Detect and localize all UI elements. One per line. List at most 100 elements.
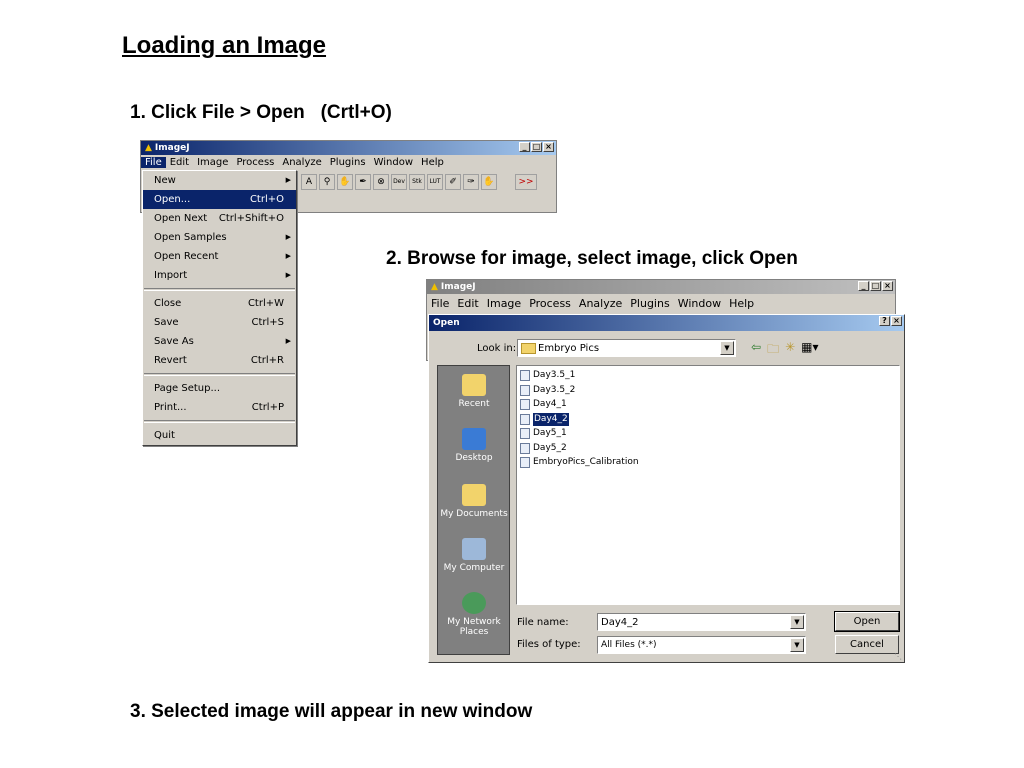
tool-9-icon[interactable]: ✑ [463, 174, 479, 190]
file-list-item[interactable]: Day4_2 [520, 411, 570, 427]
menu-item-print[interactable]: Print... Ctrl+P [143, 398, 296, 417]
w2-menu-plugins[interactable]: Plugins [626, 297, 673, 310]
menu-item-import[interactable]: Import ▶ [143, 266, 296, 285]
menu-item-new[interactable]: New ▶ [143, 171, 296, 190]
tool-5-icon[interactable]: Dev [391, 174, 407, 190]
menu-item-page-setup[interactable]: Page Setup... [143, 379, 296, 398]
menu-item-save[interactable]: Save Ctrl+S [143, 313, 296, 332]
submenu-arrow-icon: ▶ [285, 337, 291, 345]
dialog-close-button[interactable]: × [891, 316, 902, 326]
minimize-button[interactable]: _ [519, 142, 530, 152]
menu-item-label: Print... [154, 402, 187, 413]
file-type-dropdown-arrow[interactable]: ▼ [790, 638, 804, 652]
file-list-item[interactable]: Day5_2 [520, 442, 567, 455]
w2-menu-analyze[interactable]: Analyze [575, 297, 626, 310]
w1-menu-edit[interactable]: Edit [166, 157, 193, 168]
place-desktop[interactable]: Desktop [438, 428, 510, 463]
tool-7-icon[interactable]: LUT [427, 174, 443, 190]
menu-item-label: Page Setup... [154, 383, 221, 394]
w2-menu-window[interactable]: Window [674, 297, 725, 310]
close-button[interactable]: × [543, 142, 554, 152]
file-list-item[interactable]: Day3.5_2 [520, 384, 575, 397]
recent-folder-icon [462, 374, 486, 396]
file-name-text: Day5_1 [533, 428, 567, 438]
w1-menu-plugins[interactable]: Plugins [326, 157, 370, 168]
resize-grip-icon[interactable]: ⋱ [894, 652, 902, 661]
menu-item-open-recent[interactable]: Open Recent ▶ [143, 247, 296, 266]
w2-menu-process[interactable]: Process [525, 297, 575, 310]
w1-menu-image[interactable]: Image [193, 157, 232, 168]
w1-menu-window[interactable]: Window [370, 157, 417, 168]
w1-menu-analyze[interactable]: Analyze [278, 157, 325, 168]
up-folder-icon[interactable]: 🗀 [767, 340, 779, 361]
menu-item-open-next[interactable]: Open Next Ctrl+Shift+O [143, 209, 296, 228]
menu-item-open[interactable]: Open... Ctrl+O [143, 190, 296, 209]
tool-1-icon[interactable]: ⚲ [319, 174, 335, 190]
w2-menu-help[interactable]: Help [725, 297, 758, 310]
tool-6-icon[interactable]: Stk [409, 174, 425, 190]
help-button[interactable]: ? [879, 316, 890, 326]
file-list[interactable]: Day3.5_1 Day3.5_2 Day4_1 Day4_2 Day5_1 Day5_2… [516, 365, 900, 605]
file-type-select[interactable]: All Files (*.*) ▼ [597, 636, 806, 654]
w1-menu-process[interactable]: Process [232, 157, 278, 168]
imagej-window-title: ImageJ [154, 143, 190, 153]
file-list-item[interactable]: Day3.5_1 [520, 369, 575, 382]
tool-8-icon[interactable]: ✐ [445, 174, 461, 190]
file-name-text: Day4_1 [533, 399, 567, 409]
file-name-text: Day3.5_1 [533, 370, 576, 380]
imagej-toolbar: A ⚲ ✋ ✒ ⊗ Dev Stk LUT ✐ ✑ ✋ >> [301, 174, 537, 190]
file-name-dropdown-arrow[interactable]: ▼ [790, 615, 804, 629]
place-my-network[interactable]: My Network Places [438, 592, 510, 637]
imagej-titlebar[interactable]: ▲ ImageJ _ □ × [141, 141, 556, 155]
submenu-arrow-icon: ▶ [285, 252, 291, 260]
file-name-value: Day4_2 [601, 617, 639, 628]
tool-0-icon[interactable]: A [301, 174, 317, 190]
places-bar: Recent Desktop My Documents My Computer … [437, 365, 510, 655]
file-icon [520, 370, 530, 381]
tool-10-icon[interactable]: ✋ [481, 174, 497, 190]
menu-item-quit[interactable]: Quit [143, 426, 296, 445]
file-menu-dropdown: New ▶ Open... Ctrl+O Open Next Ctrl+Shift+O Op… [142, 170, 297, 446]
tool-4-icon[interactable]: ⊗ [373, 174, 389, 190]
tool-2-icon[interactable]: ✋ [337, 174, 353, 190]
menu-item-shortcut: Ctrl+Shift+O [218, 213, 284, 224]
maximize-button[interactable]: □ [531, 142, 542, 152]
menu-item-save-as[interactable]: Save As ▶ [143, 332, 296, 351]
menu-item-label: Quit [154, 430, 175, 441]
w2-menu-image[interactable]: Image [483, 297, 525, 310]
file-list-item[interactable]: Day4_1 [520, 398, 567, 411]
menu-item-label: Revert [154, 355, 187, 366]
menu-item-open-samples[interactable]: Open Samples ▶ [143, 228, 296, 247]
file-icon [520, 442, 530, 454]
view-menu-icon[interactable]: ▦▾ [801, 340, 818, 361]
menu-item-revert[interactable]: Revert Ctrl+R [143, 351, 296, 370]
file-name-field[interactable]: Day4_2 ▼ [597, 613, 806, 631]
cancel-button[interactable]: Cancel [835, 635, 899, 654]
open-button[interactable]: Open [834, 611, 900, 632]
look-in-dropdown-arrow[interactable]: ▼ [720, 341, 734, 355]
file-name-label: File name: [517, 617, 569, 628]
submenu-arrow-icon: ▶ [285, 233, 291, 241]
file-list-item[interactable]: Day5_1 [520, 427, 567, 440]
w2-menu-file[interactable]: File [427, 297, 453, 310]
file-icon [520, 457, 530, 468]
menu-item-label: Save [154, 317, 179, 328]
file-list-item[interactable]: EmbryoPics_Calibration [520, 456, 639, 469]
place-recent[interactable]: Recent [438, 374, 510, 409]
new-folder-icon[interactable]: ✳ [785, 340, 795, 361]
maximize-button-2[interactable]: □ [870, 281, 881, 291]
menu-item-close[interactable]: Close Ctrl+W [143, 294, 296, 313]
place-my-documents[interactable]: My Documents [438, 484, 510, 519]
place-my-computer[interactable]: My Computer [438, 538, 510, 573]
back-arrow-icon[interactable]: ⇦ [751, 340, 761, 361]
open-dialog-titlebar[interactable]: Open ? × [429, 315, 904, 331]
imagej-titlebar-2[interactable]: ▲ ImageJ _ □ × [427, 280, 895, 294]
tool-11-icon[interactable]: >> [515, 174, 537, 190]
w2-menu-edit[interactable]: Edit [453, 297, 482, 310]
look-in-combo[interactable]: Embryo Pics ▼ [517, 339, 736, 357]
tool-3-icon[interactable]: ✒ [355, 174, 371, 190]
minimize-button-2[interactable]: _ [858, 281, 869, 291]
w1-menu-help[interactable]: Help [417, 157, 448, 168]
w1-menu-file[interactable]: File [141, 157, 166, 168]
close-button-2[interactable]: × [882, 281, 893, 291]
